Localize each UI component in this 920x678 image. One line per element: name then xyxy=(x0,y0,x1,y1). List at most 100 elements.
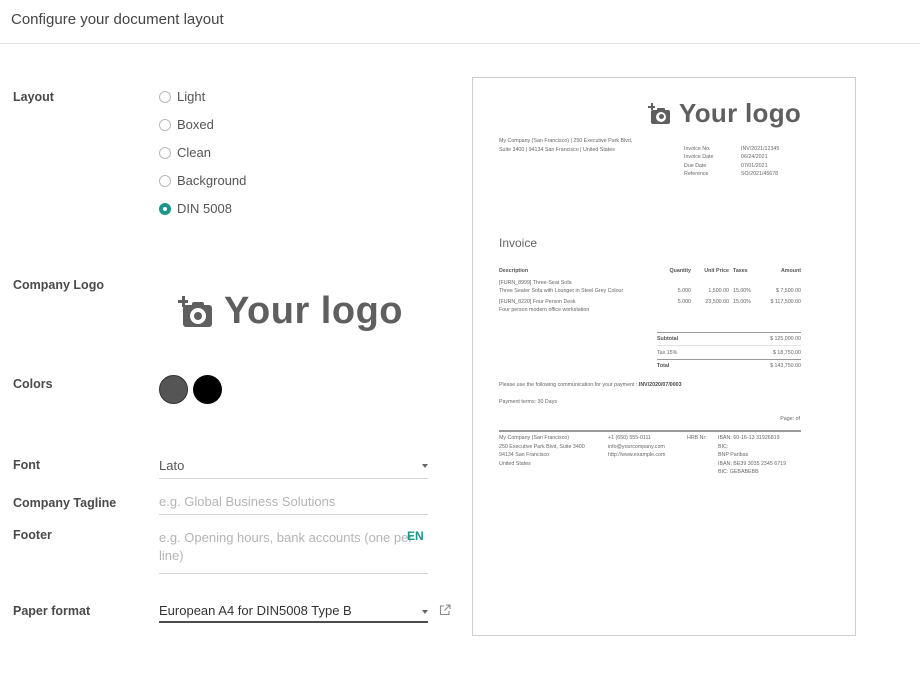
preview-logo-text: Your logo xyxy=(679,98,802,128)
layout-option-clean[interactable]: Clean xyxy=(159,145,211,160)
column-header: Unit Price xyxy=(704,268,729,274)
table-row: [FURN_8220] Four Person Desk Four person … xyxy=(499,299,801,314)
radio-icon xyxy=(159,174,171,187)
footer-line: HRB Nr: xyxy=(687,435,707,441)
font-label: Font xyxy=(13,458,41,472)
meta-key: Invoice No. xyxy=(684,146,711,152)
preview-payment-communication: Please use the following communication f… xyxy=(499,382,682,388)
paper-format-value: European A4 for DIN5008 Type B xyxy=(159,603,352,618)
footer-line: United States xyxy=(499,460,531,467)
language-toggle[interactable]: EN xyxy=(407,529,424,543)
meta-value: 06/24/2021 xyxy=(741,154,768,161)
communication-label: Please use the following communication f… xyxy=(499,382,638,388)
company-tagline-input[interactable]: e.g. Global Business Solutions xyxy=(159,494,428,515)
preview-totals: Subtotal $ 125,000.00 Tax 15% $ 18,750.00 … xyxy=(657,332,801,372)
logo-placeholder-text: Your logo xyxy=(224,290,403,332)
subtotal-label: Subtotal xyxy=(657,336,679,342)
column-header: Amount xyxy=(780,268,801,274)
dialog-title: Configure your document layout xyxy=(11,11,224,28)
line-desc: Three Seater Sofa with Lounger in Steel … xyxy=(499,287,624,294)
table-header-row: Description Quantity Unit Price Taxes Am… xyxy=(499,268,801,280)
layout-label: Layout xyxy=(13,90,54,104)
table-row: [FURN_8999] Three-Seat Sofa Three Seater … xyxy=(499,280,801,299)
layout-option-light[interactable]: Light xyxy=(159,89,205,104)
chevron-down-icon xyxy=(422,610,428,614)
column-header: Description xyxy=(499,268,529,274)
paper-format-select[interactable]: European A4 for DIN5008 Type B xyxy=(159,603,428,623)
column-header: Taxes xyxy=(733,268,748,274)
radio-checked-icon xyxy=(159,202,171,215)
meta-key: Due Date xyxy=(684,162,707,169)
communication-value: INV/2020/07/0003 xyxy=(638,382,682,388)
footer-col-bank: IBAN: 60-16-13 31926819 BIC: BNP Paribas… xyxy=(718,434,786,477)
radio-icon xyxy=(159,118,171,131)
preview-page-number: Page: of xyxy=(780,416,800,422)
footer-line: IBAN: 60-16-13 31926819 xyxy=(718,435,780,441)
meta-row: Invoice Date 06/24/2021 xyxy=(684,153,779,161)
meta-value: INV/2021/12345 xyxy=(741,146,780,152)
footer-label: Footer xyxy=(13,528,52,542)
preview-company-address: My Company (San Francisco) | 250 Executi… xyxy=(499,137,649,154)
preview-invoice-meta: Invoice No. INV/2021/12345 Invoice Date 06… xyxy=(684,145,779,178)
radio-label: Clean xyxy=(177,145,211,160)
footer-line: 94134 San Francisco xyxy=(499,452,550,458)
meta-row: Due Date 07/01/2021 xyxy=(684,162,779,170)
meta-value: 07/01/2021 xyxy=(741,162,768,169)
line-amount: $ 7,500.00 xyxy=(775,287,801,294)
subtotal-value: $ 125,000.00 xyxy=(770,336,801,342)
tax-label: Tax 15% xyxy=(657,349,678,356)
preview-footer: My Company (San Francisco) 250 Executive… xyxy=(499,430,801,475)
radio-icon xyxy=(159,90,171,103)
footer-line: http://www.example.com xyxy=(608,452,666,458)
camera-plus-icon xyxy=(648,103,670,125)
layout-option-din5008[interactable]: DIN 5008 xyxy=(159,201,232,216)
footer-col-contact: +1 (650) 555-0111 info@yourcompany.com h… xyxy=(608,434,665,460)
paper-format-label: Paper format xyxy=(13,604,91,618)
meta-value: SO/2021/45678 xyxy=(741,170,779,177)
line-qty: 5.000 xyxy=(677,299,691,305)
footer-line: info@yourcompany.com xyxy=(608,443,665,450)
line-price: 1,500.00 xyxy=(708,287,729,294)
tax-row: Tax 15% $ 18,750.00 xyxy=(657,346,801,359)
footer-line: IBAN: BE39 3035 2345 6719 xyxy=(718,460,787,467)
radio-icon xyxy=(159,146,171,159)
secondary-color-swatch[interactable] xyxy=(193,375,222,404)
primary-color-swatch[interactable] xyxy=(159,375,188,404)
address-line: Suite 3400 | 94134 San Francisco | Unite… xyxy=(499,146,615,153)
layout-option-boxed[interactable]: Boxed xyxy=(159,117,214,132)
company-logo-label: Company Logo xyxy=(13,278,104,292)
address-line: My Company (San Francisco) | 250 Executi… xyxy=(499,138,633,144)
footer-textarea[interactable]: e.g. Opening hours, bank accounts (one p… xyxy=(159,529,428,574)
footer-line: +1 (650) 555-0111 xyxy=(608,435,651,441)
layout-option-background[interactable]: Background xyxy=(159,173,246,188)
footer-placeholder-line1: e.g. Opening hours, bank accounts (one p… xyxy=(159,530,413,545)
footer-col-company: My Company (San Francisco) 250 Executive… xyxy=(499,434,585,468)
footer-line: BNP Paribas xyxy=(718,452,749,458)
meta-key: Invoice Date xyxy=(684,154,714,161)
radio-label: DIN 5008 xyxy=(177,201,232,216)
subtotal-row: Subtotal $ 125,000.00 xyxy=(657,333,801,346)
line-amount: $ 117,500.00 xyxy=(770,299,801,305)
footer-line: 250 Executive Park Blvd, Suite 3400 xyxy=(499,443,585,450)
radio-label: Background xyxy=(177,173,247,188)
footer-line: BIC: xyxy=(718,443,729,450)
chevron-down-icon xyxy=(422,464,428,468)
font-select[interactable]: Lato xyxy=(159,458,428,479)
radio-label: Boxed xyxy=(177,117,214,132)
column-header: Quantity xyxy=(669,268,691,274)
layout-preview: Your logo My Company (San Francisco) | 2… xyxy=(472,77,856,636)
line-ref: [FURN_8220] Four Person Desk xyxy=(499,299,576,305)
external-link-icon[interactable] xyxy=(439,604,451,616)
meta-key: Reference xyxy=(684,170,709,177)
line-qty: 5.000 xyxy=(677,287,691,294)
meta-row: Invoice No. INV/2021/12345 xyxy=(684,145,779,153)
footer-line: My Company (San Francisco) xyxy=(499,435,570,441)
preview-invoice-title: Invoice xyxy=(499,236,538,250)
font-value: Lato xyxy=(159,458,185,473)
dialog-header: Configure your document layout xyxy=(0,0,920,44)
camera-plus-icon xyxy=(178,295,212,329)
preview-payment-terms: Payment terms: 30 Days xyxy=(499,399,557,405)
company-logo-upload[interactable]: Your logo xyxy=(178,290,403,333)
radio-label: Light xyxy=(177,89,206,104)
meta-row: Reference SO/2021/45678 xyxy=(684,170,779,178)
